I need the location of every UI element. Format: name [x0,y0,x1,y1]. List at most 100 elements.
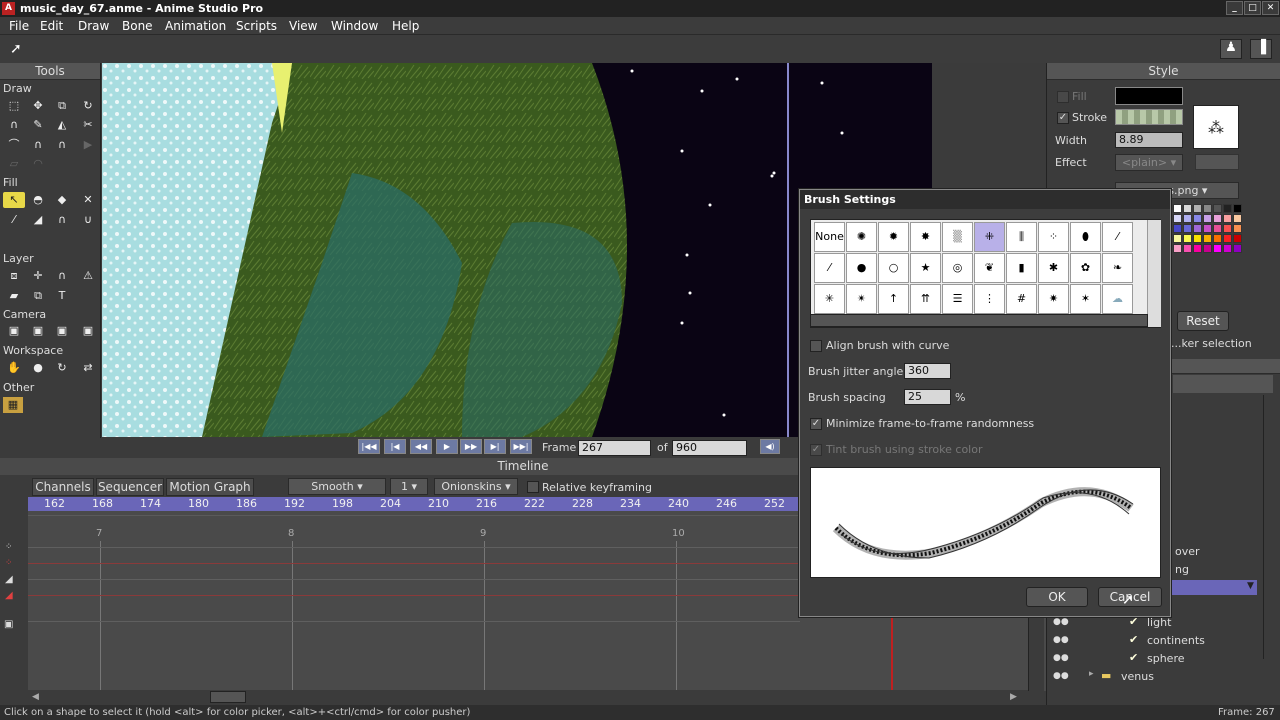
track-camera-icon[interactable]: ▣ [4,323,24,339]
stroke-exposure-icon[interactable]: ∩ [52,212,72,228]
create-shape-icon[interactable]: ◓ [28,192,48,208]
color-swatch[interactable] [1223,214,1232,223]
hide-edge-icon[interactable]: ◢ [28,212,48,228]
visibility-eye-icon[interactable]: ●● [1053,653,1071,665]
draw-shape-icon[interactable]: ◭ [52,117,72,133]
layers-scrollbar[interactable] [1263,395,1279,659]
layer-scale-icon[interactable]: ✛ [28,268,48,284]
step-forward-icon[interactable]: ▶| [484,439,506,454]
fill-channel-icon[interactable]: ◢ [5,590,13,601]
brush-circles-icon[interactable]: ○ [878,253,909,283]
curvature-channel-icon[interactable]: ⁘ [5,558,13,568]
color-swatch[interactable] [1173,204,1182,213]
layer-flip-icon[interactable]: ⚠ [78,268,98,284]
brush-foliage-icon[interactable]: ✿ [1070,253,1101,283]
rotate-points-icon[interactable]: ↻ [78,98,98,114]
layout-icon[interactable]: ▐ [1250,39,1272,59]
color-swatch[interactable] [1223,244,1232,253]
brush-dots-icon[interactable]: ⁘ [1038,222,1069,252]
brush-grid-icon[interactable]: # [1006,284,1037,314]
brush-grain-icon[interactable]: ▒ [942,222,973,252]
step-back-icon[interactable]: |◀ [384,439,406,454]
brush-grid-scrollbar[interactable] [1147,220,1161,327]
brush-arrow-icon[interactable]: ↑ [878,284,909,314]
visibility-eye-icon[interactable]: ●● [1053,635,1071,647]
color-swatch[interactable] [1233,224,1242,233]
brush-arrows-icon[interactable]: ⇈ [910,284,941,314]
interp-step-select[interactable]: 1 ▾ [390,478,428,495]
menu-window[interactable]: Window [331,19,378,33]
brush-preview-icon[interactable]: ⁂ [1193,105,1239,149]
color-swatch[interactable] [1193,224,1202,233]
points-channel-icon[interactable]: ⁘ [5,542,13,552]
brush-grass-icon[interactable]: ⫼ [1006,222,1037,252]
color-swatch[interactable] [1173,234,1182,243]
text-icon[interactable]: T [52,288,72,304]
color-swatch[interactable] [1233,204,1242,213]
reset-button[interactable]: Reset [1177,311,1229,331]
brush-chain-icon[interactable]: ⋮ [974,284,1005,314]
brush-wheat-icon[interactable]: ❧ [1102,253,1133,283]
color-swatch[interactable] [1223,224,1232,233]
color-swatch[interactable] [1213,224,1222,233]
fill-color-swatch[interactable] [1115,87,1183,105]
jitter-angle-field[interactable]: 360 [904,363,951,379]
tint-brush-checkbox[interactable]: ✓ [810,444,822,456]
hand-icon[interactable]: ✋ [4,360,24,376]
bend-icon[interactable]: ◠ [28,156,48,172]
layer-name[interactable]: sphere [1147,652,1185,665]
brush-burst-icon[interactable]: ✱ [1038,253,1069,283]
align-brush-checkbox[interactable] [810,340,822,352]
tab-sequencer[interactable]: Sequencer [96,478,164,496]
scroll-right-icon[interactable]: ▶ [1010,692,1017,702]
brush-splatter-icon[interactable]: ✺ [846,222,877,252]
tab-motion-graph[interactable]: Motion Graph [166,478,254,496]
magnet-icon[interactable]: ∩ [28,137,48,153]
noise-icon[interactable]: ∩ [52,137,72,153]
pan-tilt-camera-icon[interactable]: ▣ [78,323,98,339]
color-swatch[interactable] [1233,234,1242,243]
shear-icon[interactable]: ▱ [4,156,24,172]
color-swatch[interactable] [1173,224,1182,233]
color-swatch[interactable] [1203,224,1212,233]
color-swatch[interactable] [1203,234,1212,243]
layer-name[interactable]: light [1147,616,1171,629]
brush-star-icon[interactable]: ★ [910,253,941,283]
color-swatch[interactable] [1173,214,1182,223]
timeline-hscrollbar[interactable]: ◀ ▶ [28,690,1028,704]
brush-cloud-icon[interactable]: ☁ [1102,284,1133,314]
color-swatch[interactable] [1203,244,1212,253]
play-icon[interactable]: ▶ [436,439,458,454]
user-icon[interactable]: ♟ [1220,39,1242,59]
color-swatch[interactable] [1173,244,1182,253]
color-swatch[interactable] [1193,204,1202,213]
onionskins-select[interactable]: Onionskins ▾ [434,478,518,495]
visibility-eye-icon[interactable]: ●● [1053,617,1071,629]
color-swatch[interactable] [1213,214,1222,223]
brush-none[interactable]: None [814,222,845,252]
color-swatch[interactable] [1233,214,1242,223]
translate-points-icon[interactable]: ✥ [28,98,48,114]
menu-edit[interactable]: Edit [40,19,63,33]
brush-dots-icon[interactable]: ● [846,253,877,283]
brush-leaf-icon[interactable]: ⬮ [1070,222,1101,252]
fast-forward-icon[interactable]: ▶▶ [460,439,482,454]
scroll-left-icon[interactable]: ◀ [32,692,39,702]
brush-splatter-icon[interactable]: ✸ [910,222,941,252]
color-swatch[interactable] [1223,234,1232,243]
selected-layer-row[interactable] [1171,580,1257,595]
brush-asterisk-icon[interactable]: ✶ [1070,284,1101,314]
color-swatch[interactable] [1213,234,1222,243]
menu-animation[interactable]: Animation [165,19,226,33]
tab-channels[interactable]: Channels [32,478,94,496]
select-points-icon[interactable]: ⬚ [4,98,24,114]
color-swatch[interactable] [1193,244,1202,253]
minimize-button[interactable]: _ [1226,1,1243,15]
layer-perspective-icon[interactable]: ⧉ [28,288,48,304]
layer-rotate-icon[interactable]: ∩ [52,268,72,284]
brush-stroke-icon[interactable]: ⁄ [814,253,845,283]
total-frames-field[interactable]: 960 [672,440,747,456]
color-swatch[interactable] [1193,234,1202,243]
color-swatch[interactable] [1233,244,1242,253]
curve-profile-icon[interactable]: ∪ [78,212,98,228]
